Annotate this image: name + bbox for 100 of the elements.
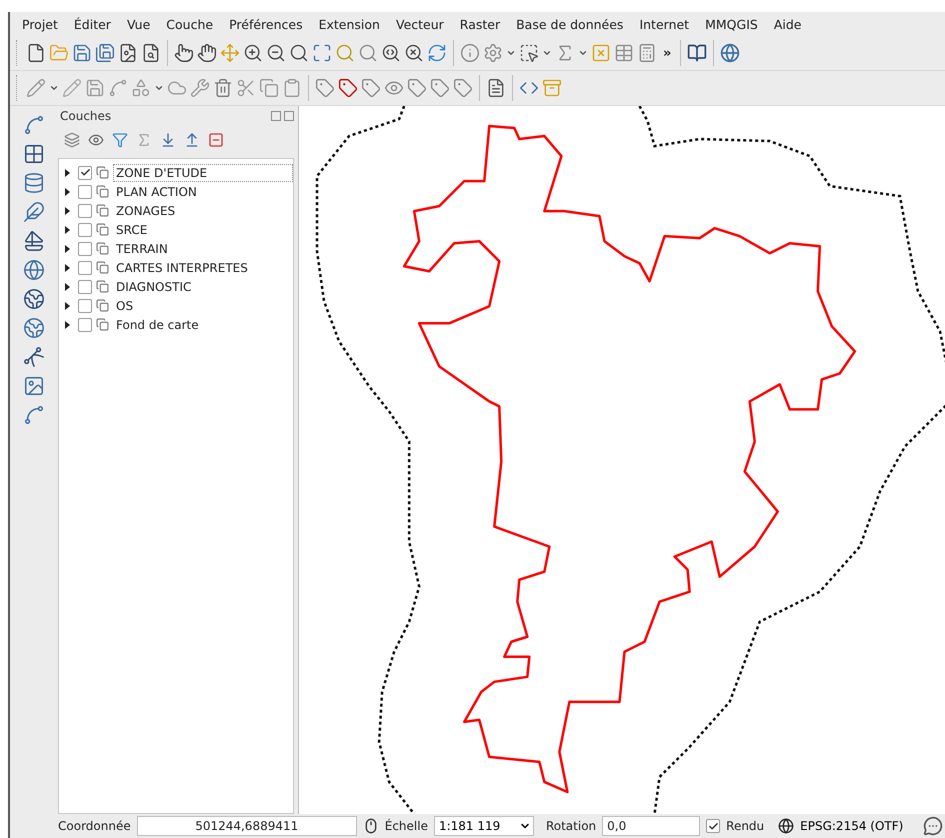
scale-dropdown[interactable]: 1:181 119 xyxy=(434,816,534,836)
vertex-add-icon[interactable] xyxy=(23,404,45,426)
tag-icon[interactable] xyxy=(407,78,427,98)
menu-item[interactable]: Éditer xyxy=(66,16,119,32)
gear-icon[interactable] xyxy=(483,43,503,63)
float-button[interactable] xyxy=(271,111,281,121)
expand-arrow-icon[interactable] xyxy=(65,264,70,272)
wrench-icon[interactable] xyxy=(190,78,210,98)
expand-arrow-icon[interactable] xyxy=(65,168,70,176)
filter-icon[interactable] xyxy=(112,132,128,148)
toolbar-overflow[interactable]: » xyxy=(660,46,674,60)
render-checkbox[interactable] xyxy=(706,819,720,833)
identify-icon[interactable] xyxy=(460,43,480,63)
messages-icon[interactable] xyxy=(923,816,944,836)
caret-icon[interactable] xyxy=(578,48,588,58)
vertex-icon[interactable] xyxy=(108,78,128,98)
database-icon[interactable] xyxy=(23,172,45,194)
file-icon[interactable] xyxy=(118,43,138,63)
expand-arrow-icon[interactable] xyxy=(65,188,70,196)
scissors-icon[interactable] xyxy=(236,78,256,98)
mouse-icon[interactable] xyxy=(362,818,379,834)
select-icon[interactable] xyxy=(519,43,539,63)
add-group-icon[interactable] xyxy=(64,132,80,148)
layer-checkbox[interactable] xyxy=(78,242,92,256)
menu-item[interactable]: Projet xyxy=(14,16,66,32)
menu-item[interactable]: MMQGIS xyxy=(697,16,766,32)
menu-item[interactable]: Préférences xyxy=(221,16,311,32)
eye-icon[interactable] xyxy=(88,132,104,148)
tag-icon[interactable] xyxy=(453,78,473,98)
caret-icon[interactable] xyxy=(506,48,516,58)
layer-checkbox[interactable] xyxy=(78,298,92,312)
pointer-hand-icon[interactable] xyxy=(174,43,194,63)
save-icon[interactable] xyxy=(85,78,105,98)
save-icon[interactable] xyxy=(95,43,115,63)
layer-checkbox[interactable] xyxy=(78,318,92,332)
layer-name[interactable]: SRCE xyxy=(113,220,150,238)
collapse-all-icon[interactable] xyxy=(184,132,200,148)
layer-name[interactable]: TERRAIN xyxy=(113,240,171,258)
calculator-icon[interactable] xyxy=(637,43,657,63)
refresh-icon[interactable] xyxy=(427,43,447,63)
expand-all-icon[interactable] xyxy=(160,132,176,148)
save-icon[interactable] xyxy=(72,43,92,63)
file-search-icon[interactable] xyxy=(141,43,161,63)
expand-arrow-icon[interactable] xyxy=(65,226,70,234)
help-icon[interactable] xyxy=(687,43,708,63)
clipboard-icon[interactable] xyxy=(282,78,302,98)
tag-icon[interactable] xyxy=(315,78,335,98)
zoom-in-icon[interactable] xyxy=(243,43,263,63)
image-icon[interactable] xyxy=(23,375,45,397)
expand-arrow-icon[interactable] xyxy=(65,320,70,328)
layer-name[interactable]: ZONE D'ETUDE xyxy=(113,164,293,182)
layer-checkbox[interactable] xyxy=(78,222,92,236)
layer-name[interactable]: OS xyxy=(113,296,136,314)
new-file-icon[interactable] xyxy=(26,43,46,63)
feather-icon[interactable] xyxy=(23,201,45,223)
menu-item[interactable]: Extension xyxy=(310,16,388,32)
menu-item[interactable]: Vue xyxy=(118,16,158,32)
globe-icon[interactable] xyxy=(23,288,45,310)
menu-item[interactable]: Aide xyxy=(766,16,810,32)
menu-item[interactable]: Internet xyxy=(631,16,698,32)
expand-arrow-icon[interactable] xyxy=(65,244,70,252)
menu-item[interactable]: Couche xyxy=(158,16,222,32)
close-button[interactable] xyxy=(284,111,294,121)
magnifier-icon[interactable] xyxy=(289,43,309,63)
coordinate-field[interactable]: 501244,6889411 xyxy=(136,816,357,836)
vertex-add-icon[interactable] xyxy=(23,114,45,136)
layer-checkbox[interactable] xyxy=(78,184,92,198)
layer-name[interactable]: ZONAGES xyxy=(113,202,178,220)
layer-name[interactable]: PLAN ACTION xyxy=(113,182,200,200)
pan-icon[interactable] xyxy=(197,43,217,63)
rotation-field[interactable]: 0,0 xyxy=(602,816,700,836)
caret-icon[interactable] xyxy=(49,83,59,93)
trash-icon[interactable] xyxy=(213,78,233,98)
layer-name[interactable]: DIAGNOSTIC xyxy=(113,278,194,296)
sail-icon[interactable] xyxy=(23,230,45,252)
tag-icon[interactable] xyxy=(361,78,381,98)
layer-checkbox[interactable] xyxy=(78,204,92,218)
remove-layer-icon[interactable] xyxy=(208,132,224,148)
expand-arrow-icon[interactable] xyxy=(65,302,70,310)
table-icon[interactable] xyxy=(614,43,634,63)
zoom-out-icon[interactable] xyxy=(266,43,286,63)
layer-checkbox[interactable] xyxy=(78,166,92,180)
layer-name[interactable]: CARTES INTERPRETES xyxy=(113,258,251,276)
expand-arrow-icon[interactable] xyxy=(65,206,70,214)
menu-item[interactable]: Base de données xyxy=(508,16,632,32)
document-icon[interactable] xyxy=(486,78,506,98)
caret-icon[interactable] xyxy=(154,83,164,93)
menu-item[interactable]: Vecteur xyxy=(388,16,452,32)
layer-name[interactable]: Fond de carte xyxy=(113,316,202,334)
globe-icon[interactable] xyxy=(778,818,794,834)
grid-icon[interactable] xyxy=(23,143,45,165)
zoom-full-icon[interactable] xyxy=(312,43,332,63)
tag-icon[interactable] xyxy=(430,78,450,98)
layer-checkbox[interactable] xyxy=(78,260,92,274)
copy-icon[interactable] xyxy=(259,78,279,98)
tag-icon[interactable] xyxy=(338,78,358,98)
expand-arrow-icon[interactable] xyxy=(65,282,70,290)
layer-checkbox[interactable] xyxy=(78,280,92,294)
curve-icon[interactable] xyxy=(23,346,45,368)
menu-item[interactable]: Raster xyxy=(452,16,508,32)
